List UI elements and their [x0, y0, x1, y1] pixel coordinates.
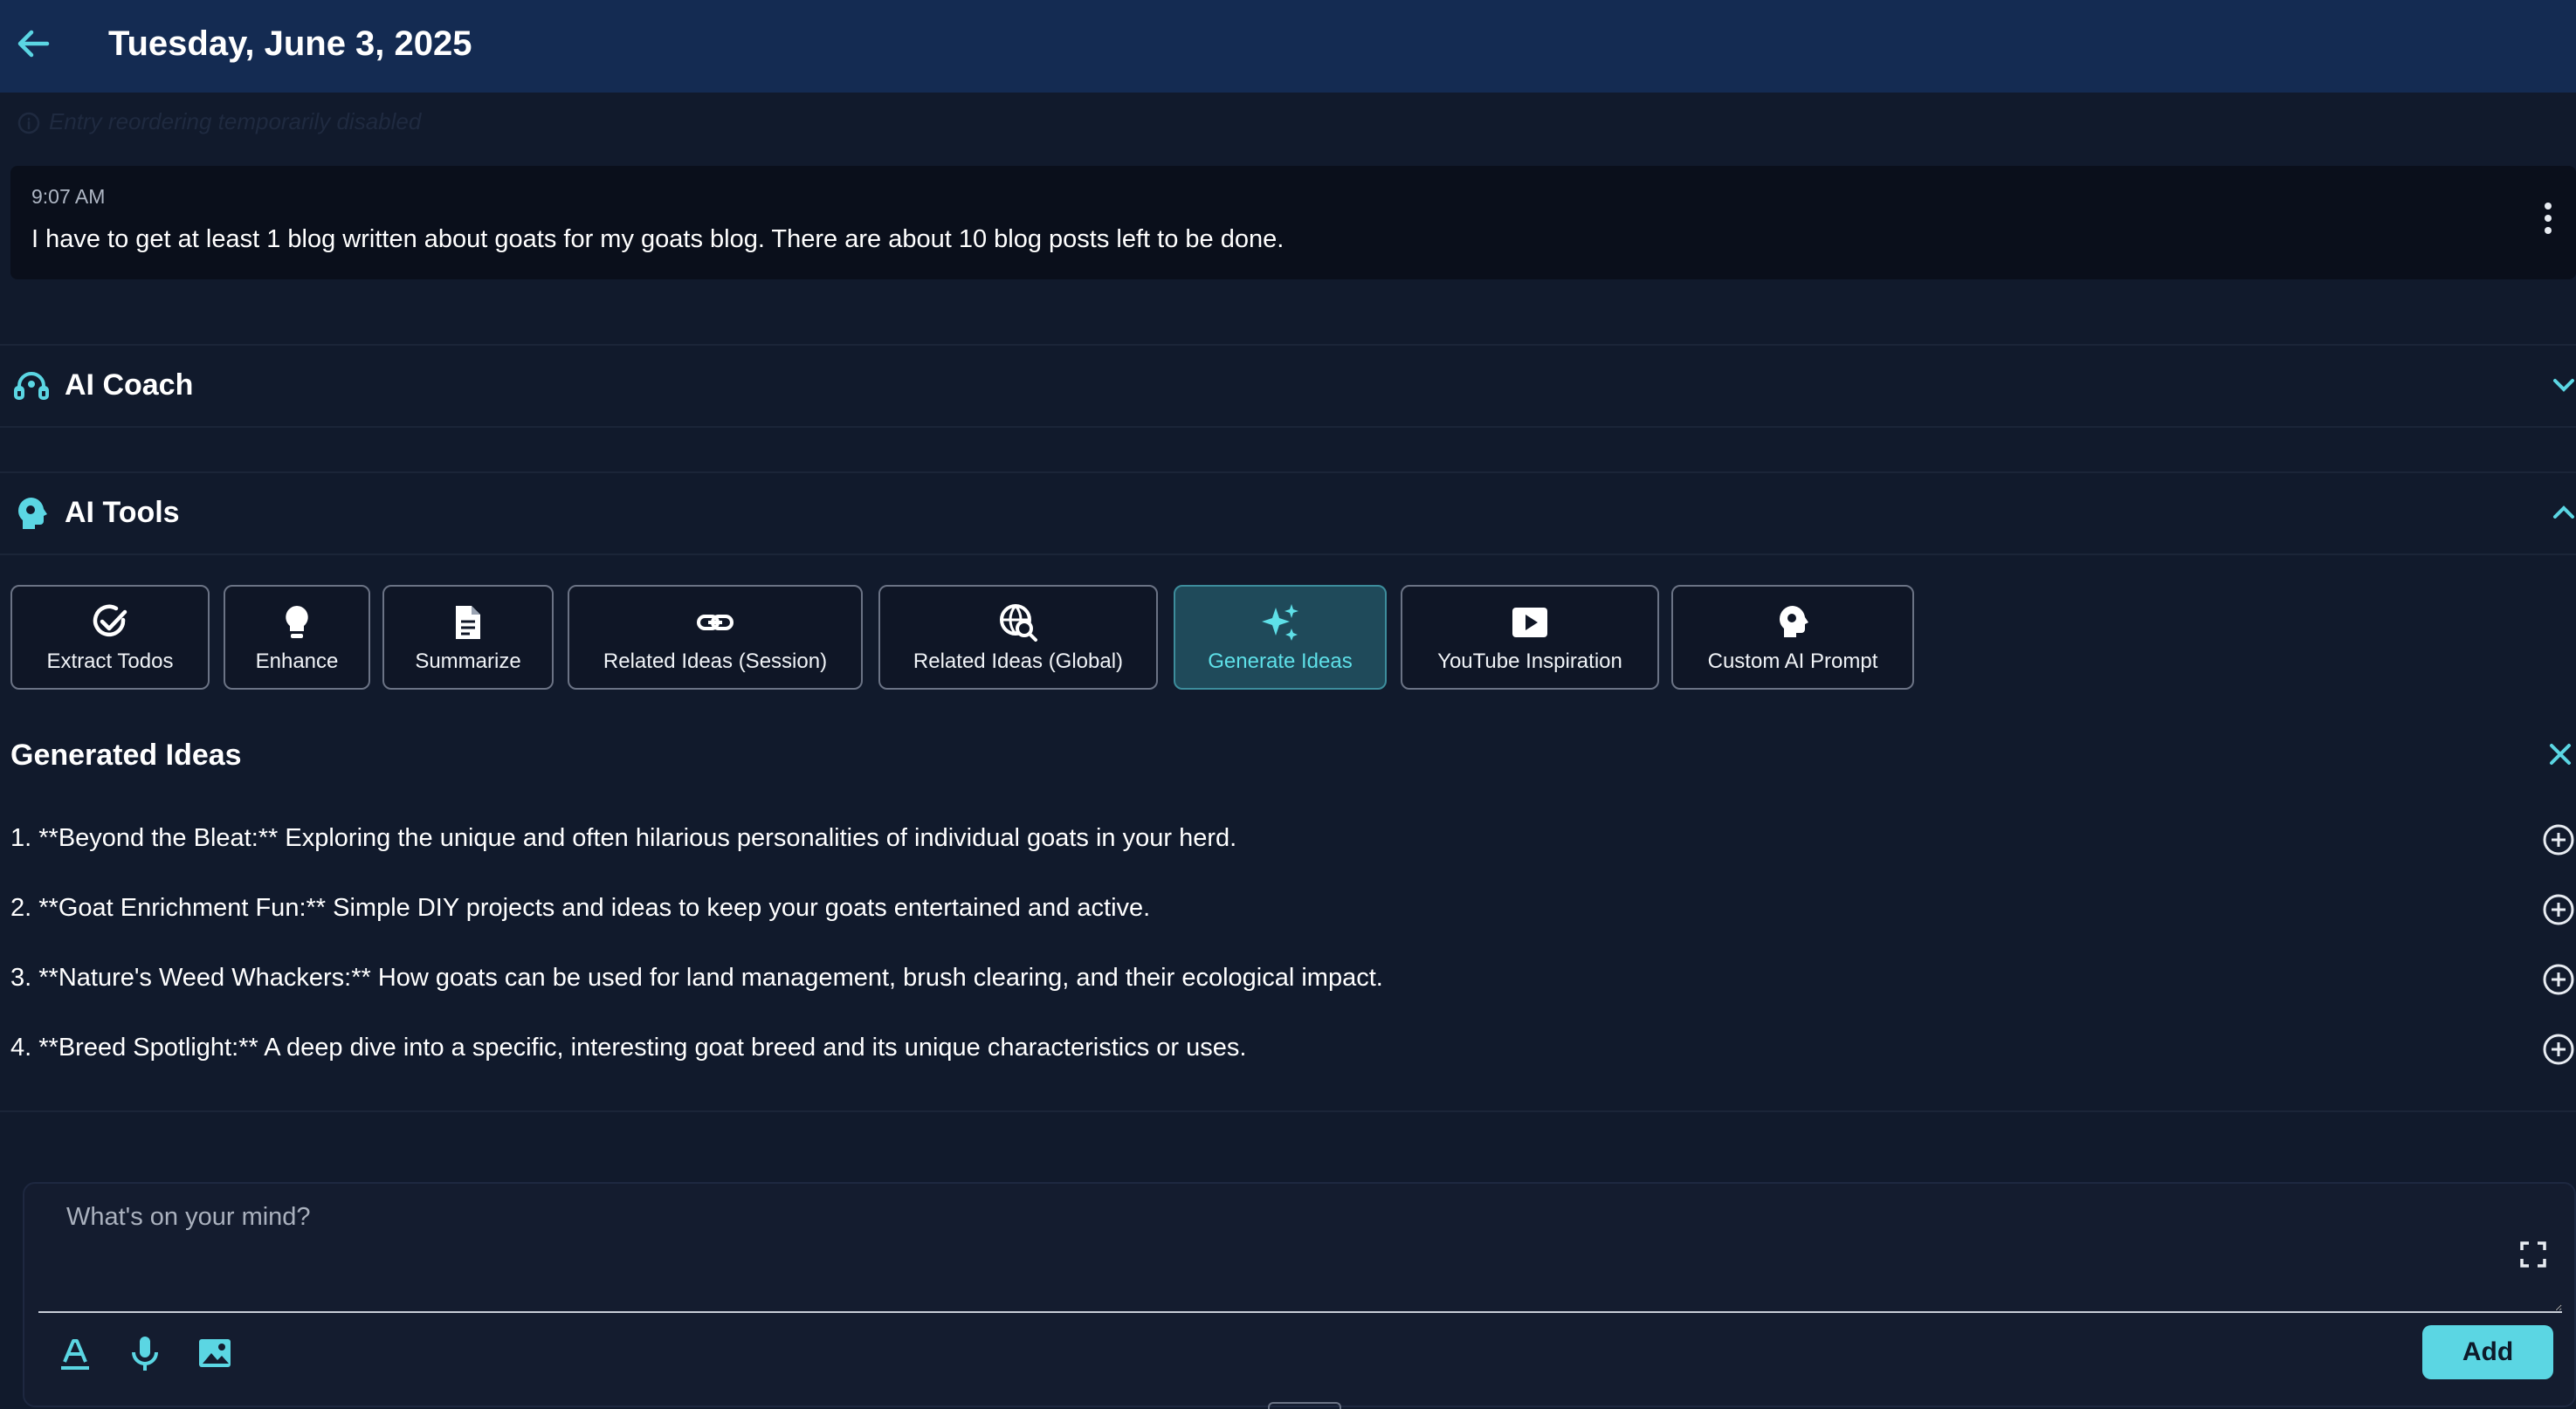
ai-tools-label: AI Tools	[65, 496, 180, 529]
tool-label: Related Ideas (Global)	[913, 650, 1124, 673]
idea-text: 4. **Breed Spotlight:** A deep dive into…	[10, 1034, 1247, 1062]
idea-item: 1. **Beyond the Bleat:** Exploring the u…	[10, 819, 2576, 863]
add-circle-icon[interactable]	[2541, 892, 2576, 927]
idea-text: 1. **Beyond the Bleat:** Exploring the u…	[10, 824, 1237, 852]
idea-item: 2. **Goat Enrichment Fun:** Simple DIY p…	[10, 889, 2576, 932]
enhance-button[interactable]: Enhance	[224, 585, 370, 690]
related-ideas-global-button[interactable]: Related Ideas (Global)	[878, 585, 1158, 690]
generate-ideas-button[interactable]: Generate Ideas	[1174, 585, 1387, 690]
generated-ideas-title: Generated Ideas	[10, 739, 242, 772]
ai-coach-label: AI Coach	[65, 368, 194, 402]
microphone-icon[interactable]	[126, 1334, 164, 1372]
entry-input[interactable]	[38, 1194, 2562, 1313]
document-icon	[384, 602, 552, 643]
add-circle-icon[interactable]	[2541, 1032, 2576, 1067]
add-circle-icon[interactable]	[2541, 962, 2576, 997]
more-vertical-icon[interactable]	[2538, 201, 2559, 236]
tool-label: Enhance	[255, 650, 339, 673]
chevron-down-icon[interactable]	[2550, 372, 2576, 398]
idea-item: 4. **Breed Spotlight:** A deep dive into…	[10, 1028, 2576, 1072]
idea-text: 3. **Nature's Weed Whackers:** How goats…	[10, 964, 1383, 992]
back-arrow-icon[interactable]	[12, 23, 54, 65]
check-circle-icon	[12, 602, 208, 643]
entry-text: I have to get at least 1 blog written ab…	[31, 225, 1285, 253]
youtube-inspiration-button[interactable]: YouTube Inspiration	[1401, 585, 1659, 690]
brain-gear-icon	[12, 494, 51, 533]
composer: Add	[23, 1182, 2576, 1407]
close-icon[interactable]	[2545, 739, 2576, 770]
lightbulb-icon	[225, 602, 368, 643]
brain-gear-icon	[1673, 602, 1912, 643]
tool-label: Related Ideas (Session)	[603, 650, 828, 673]
globe-search-icon	[880, 602, 1156, 643]
sparkles-icon	[1175, 602, 1385, 643]
related-ideas-session-button[interactable]: Related Ideas (Session)	[568, 585, 863, 690]
ai-tools-header[interactable]: AI Tools	[0, 473, 2576, 552]
tool-label: Summarize	[415, 650, 521, 673]
link-icon	[569, 602, 861, 643]
journal-entry[interactable]: 9:07 AM I have to get at least 1 blog wr…	[10, 166, 2576, 279]
add-button[interactable]: Add	[2422, 1325, 2553, 1379]
chevron-up-icon[interactable]	[2550, 499, 2576, 526]
tool-label: YouTube Inspiration	[1437, 650, 1622, 673]
add-circle-icon[interactable]	[2541, 822, 2576, 857]
tool-label: Custom AI Prompt	[1707, 650, 1878, 673]
custom-ai-prompt-button[interactable]: Custom AI Prompt	[1671, 585, 1914, 690]
bottom-handle[interactable]	[1268, 1402, 1341, 1409]
reorder-notice: Entry reordering temporarily disabled	[17, 107, 421, 136]
page-title: Tuesday, June 3, 2025	[108, 24, 472, 63]
info-icon	[17, 112, 40, 134]
entry-time: 9:07 AM	[31, 185, 106, 208]
idea-item: 3. **Nature's Weed Whackers:** How goats…	[10, 959, 2576, 1002]
fullscreen-icon[interactable]	[2518, 1240, 2548, 1269]
image-icon[interactable]	[196, 1334, 234, 1372]
idea-text: 2. **Goat Enrichment Fun:** Simple DIY p…	[10, 894, 1151, 922]
tool-label: Generate Ideas	[1208, 650, 1353, 673]
divider	[0, 1110, 2576, 1112]
summarize-button[interactable]: Summarize	[382, 585, 554, 690]
youtube-icon	[1402, 602, 1657, 643]
divider	[0, 553, 2576, 555]
headset-icon	[12, 367, 51, 405]
ai-coach-header[interactable]: AI Coach	[0, 346, 2576, 424]
tool-label: Extract Todos	[46, 650, 174, 673]
divider	[0, 426, 2576, 428]
text-format-icon[interactable]	[56, 1334, 94, 1372]
top-bar: Tuesday, June 3, 2025	[0, 0, 2576, 93]
extract-todos-button[interactable]: Extract Todos	[10, 585, 210, 690]
notice-text: Entry reordering temporarily disabled	[49, 108, 422, 134]
